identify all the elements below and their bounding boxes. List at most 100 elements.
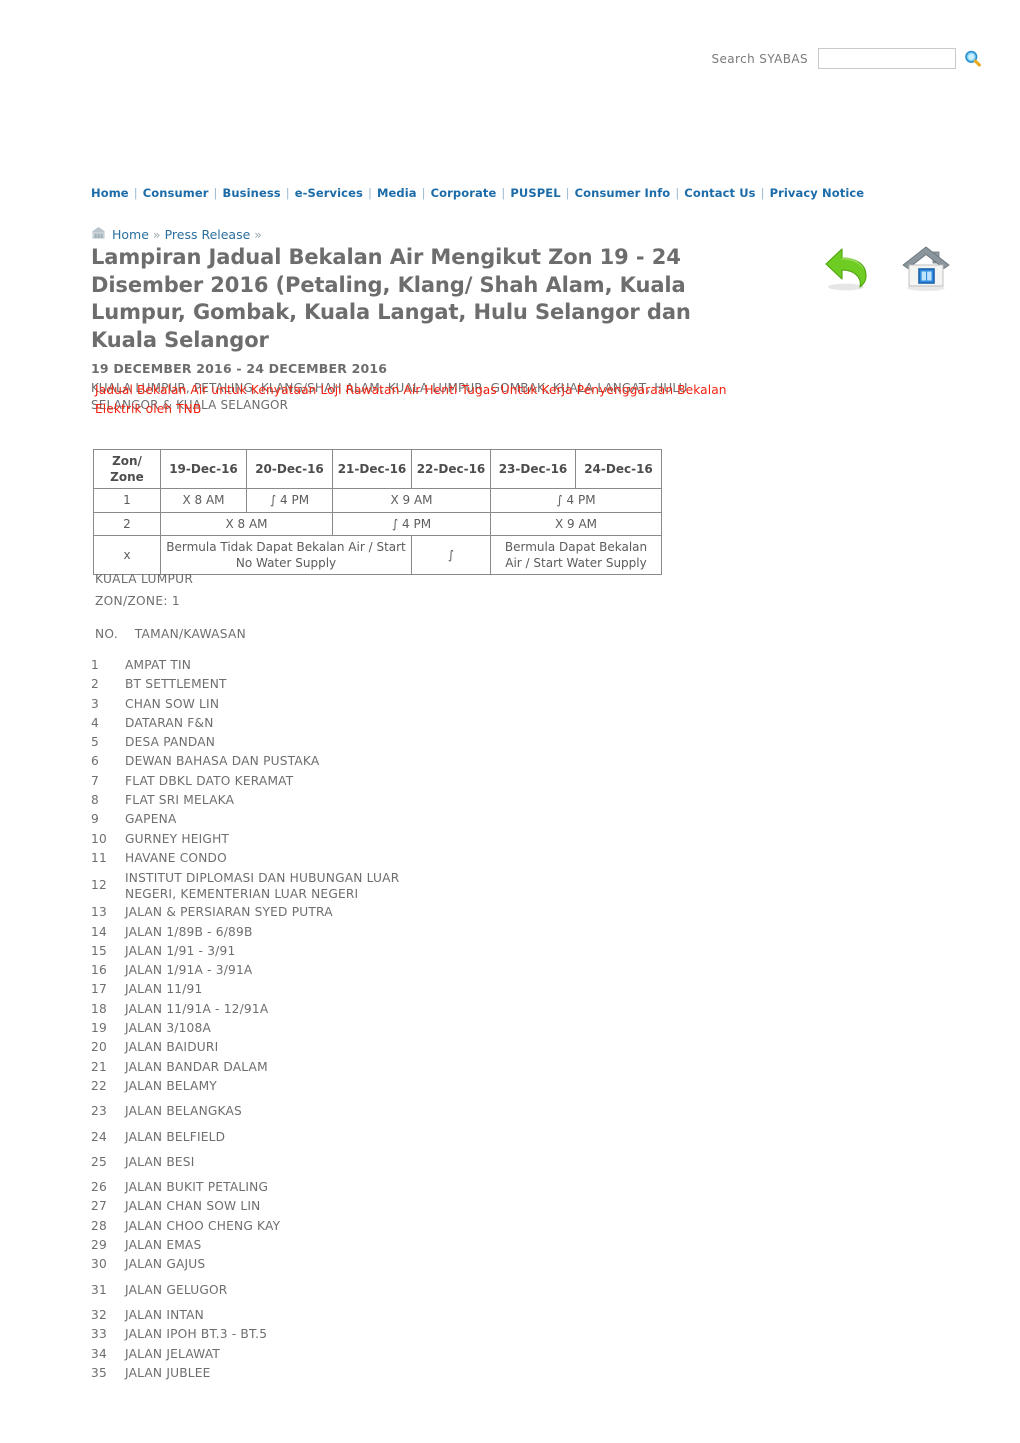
list-item-no: 13 <box>91 905 107 920</box>
list-item-name: JALAN JELAWAT <box>125 1346 220 1361</box>
list-item: 25 JALAN BESI <box>91 1153 691 1172</box>
list-item-name: INSTITUT DIPLOMASI DAN HUBUNGAN LUAR NEG… <box>125 870 400 901</box>
search-icon[interactable] <box>964 50 982 68</box>
list-item-name: GAPENA <box>125 812 177 827</box>
schedule-cell: X 9 AM <box>490 511 662 536</box>
legend-symbol-supply: ∫ <box>411 534 491 576</box>
table-legend-row: x Bermula Tidak Dapat Bekalan Air / Star… <box>93 534 662 576</box>
breadcrumb-item-home[interactable]: Home <box>112 227 149 242</box>
breadcrumb-item-press-release[interactable]: Press Release <box>165 227 251 242</box>
list-item: 24 JALAN BELFIELD <box>91 1128 691 1147</box>
search-input[interactable] <box>818 48 956 69</box>
list-item-no: 15 <box>91 943 107 958</box>
list-item-name: FLAT DBKL DATO KERAMAT <box>125 773 294 788</box>
list-item-no: 27 <box>91 1199 107 1214</box>
list-item: 27 JALAN CHAN SOW LIN <box>91 1197 691 1216</box>
header-cell-zone: Zon/ Zone <box>93 448 161 490</box>
list-item: 10 GURNEY HEIGHT <box>91 830 691 849</box>
legend-no-supply: Bermula Tidak Dapat Bekalan Air / Start … <box>160 534 412 576</box>
nav-separator: | <box>760 186 765 200</box>
area-list-header: NO. TAMAN/KAWASAN <box>95 627 246 641</box>
list-item: 20 JALAN BAIDURI <box>91 1038 691 1057</box>
list-item-name: JALAN INTAN <box>125 1307 204 1322</box>
list-item-name: JALAN GAJUS <box>125 1257 206 1272</box>
list-item-no: 16 <box>91 963 107 978</box>
nav-item-media[interactable]: Media <box>377 186 417 200</box>
nav-item-home[interactable]: Home <box>91 186 129 200</box>
nav-separator: | <box>133 186 138 200</box>
list-item-no: 18 <box>91 1001 107 1016</box>
list-item-no: 6 <box>91 754 99 769</box>
list-item-no: 33 <box>91 1327 107 1342</box>
list-item: 29 JALAN EMAS <box>91 1236 691 1255</box>
list-item-name: BT SETTLEMENT <box>125 677 227 692</box>
list-item-no: 17 <box>91 982 107 997</box>
list-item-no: 35 <box>91 1365 107 1380</box>
list-item: 16 JALAN 1/91A - 3/91A <box>91 961 691 980</box>
list-item-no: 21 <box>91 1059 107 1074</box>
nav-item-business[interactable]: Business <box>223 186 281 200</box>
red-notice-text: Jadual Bekalan Air untuk Kenyataan Loji … <box>95 383 727 416</box>
list-item-name: DATARAN F&N <box>125 715 214 730</box>
list-item-name: JALAN GELUGOR <box>125 1282 228 1297</box>
nav-item-consumer[interactable]: Consumer <box>143 186 209 200</box>
list-item-no: 26 <box>91 1180 107 1195</box>
list-item: 2 BT SETTLEMENT <box>91 675 691 694</box>
list-item-no: 14 <box>91 924 107 939</box>
list-item: 32 JALAN INTAN <box>91 1306 691 1325</box>
schedule-cell: ∫ 4 PM <box>332 511 491 536</box>
list-item: 33 JALAN IPOH BT.3 - BT.5 <box>91 1325 691 1344</box>
breadcrumb: Home » Press Release » <box>91 226 266 242</box>
nav-item-puspel[interactable]: PUSPEL <box>510 186 560 200</box>
list-item: 35 JALAN JUBLEE <box>91 1364 691 1383</box>
list-item-no: 10 <box>91 831 107 846</box>
list-item-no: 5 <box>91 735 99 750</box>
list-item-name: JALAN EMAS <box>125 1238 202 1253</box>
schedule-cell: X 9 AM <box>332 488 491 513</box>
list-item-name: GURNEY HEIGHT <box>125 831 230 846</box>
list-item: 21 JALAN BANDAR DALAM <box>91 1058 691 1077</box>
area-list-header-no: NO. <box>95 627 118 641</box>
list-item: 5 DESA PANDAN <box>91 733 691 752</box>
list-item-name: JALAN BANDAR DALAM <box>125 1059 268 1074</box>
date-range: 19 DECEMBER 2016 - 24 DECEMBER 2016 <box>91 360 388 376</box>
nav-separator: | <box>675 186 680 200</box>
green-back-arrow-icon[interactable] <box>822 243 874 293</box>
list-item-name: JALAN 11/91A - 12/91A <box>125 1001 269 1016</box>
nav-item-e-services[interactable]: e-Services <box>295 186 363 200</box>
list-item: 19 JALAN 3/108A <box>91 1019 691 1038</box>
list-item-name: JALAN BELFIELD <box>125 1129 226 1144</box>
house-icon[interactable] <box>900 243 952 293</box>
list-item-name: JALAN 1/91A - 3/91A <box>125 963 253 978</box>
list-item-no: 19 <box>91 1021 107 1036</box>
list-item-no: 3 <box>91 696 99 711</box>
list-item-name: FLAT SRI MELAKA <box>125 793 235 808</box>
zone-info: KUALA LUMPUR ZON/ZONE: 1 <box>95 572 193 616</box>
schedule-cell: X 8 AM <box>160 511 333 536</box>
list-item: 11 HAVANE CONDO <box>91 849 691 868</box>
legend-symbol: x <box>93 534 161 576</box>
list-item-no: 8 <box>91 793 99 808</box>
header-cell-24-dec: 24-Dec-16 <box>575 448 662 490</box>
nav-item-contact-us[interactable]: Contact Us <box>684 186 755 200</box>
nav-item-corporate[interactable]: Corporate <box>431 186 497 200</box>
schedule-cell: ∫ 4 PM <box>490 488 662 513</box>
nav-item-privacy-notice[interactable]: Privacy Notice <box>770 186 865 200</box>
nav-separator: | <box>367 186 372 200</box>
page-title: Lampiran Jadual Bekalan Air Mengikut Zon… <box>91 245 691 353</box>
list-item: 9 GAPENA <box>91 810 691 829</box>
header-cell-20-dec: 20-Dec-16 <box>246 448 333 490</box>
zone-label: 2 <box>93 511 161 536</box>
table-header-row: Zon/ Zone 19-Dec-16 20-Dec-16 21-Dec-16 … <box>93 448 662 490</box>
list-item: 6 DEWAN BAHASA DAN PUSTAKA <box>91 752 691 771</box>
list-item-no: 2 <box>91 677 99 692</box>
list-item-no: 34 <box>91 1346 107 1361</box>
nav-separator: | <box>565 186 570 200</box>
header-cell-22-dec: 22-Dec-16 <box>411 448 491 490</box>
list-item: 17 JALAN 11/91 <box>91 980 691 999</box>
schedule-cell: X 8 AM <box>160 488 247 513</box>
list-item: 26 JALAN BUKIT PETALING <box>91 1178 691 1197</box>
list-item-name: JALAN BELANGKAS <box>125 1104 242 1119</box>
nav-item-consumer-info[interactable]: Consumer Info <box>575 186 671 200</box>
table-row: 1 X 8 AM ∫ 4 PM X 9 AM ∫ 4 PM <box>93 488 662 513</box>
